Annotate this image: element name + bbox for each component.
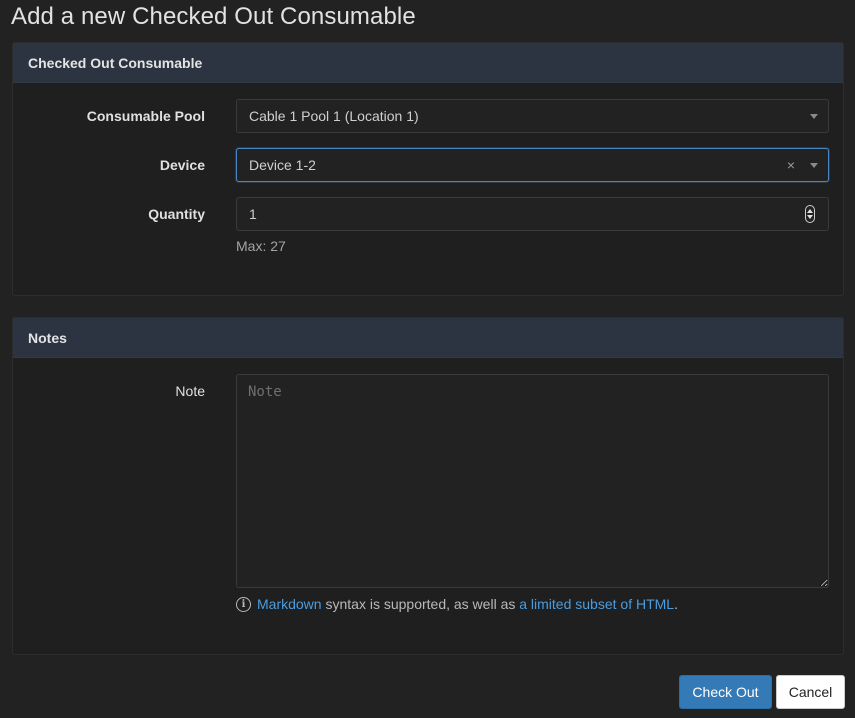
stepper-up-icon[interactable] xyxy=(807,209,813,213)
chevron-down-icon[interactable] xyxy=(810,163,818,168)
consumable-panel: Checked Out Consumable Consumable Pool C… xyxy=(12,42,844,296)
consumable-panel-heading: Checked Out Consumable xyxy=(13,43,843,83)
quantity-stepper[interactable] xyxy=(805,205,815,223)
quantity-max-help: Max: 27 xyxy=(236,238,286,254)
consumable-pool-label: Consumable Pool xyxy=(86,108,205,124)
markdown-help-end: . xyxy=(674,596,678,612)
note-label: Note xyxy=(175,383,205,399)
markdown-help-text: syntax is supported, as well as xyxy=(321,596,520,612)
consumable-pool-select[interactable]: Cable 1 Pool 1 (Location 1) xyxy=(236,99,829,133)
consumable-pool-value: Cable 1 Pool 1 (Location 1) xyxy=(249,108,419,124)
clear-icon[interactable]: × xyxy=(787,157,795,173)
stepper-down-icon[interactable] xyxy=(807,215,813,219)
note-textarea[interactable] xyxy=(236,374,829,588)
check-out-button[interactable]: Check Out xyxy=(679,675,772,709)
chevron-down-icon[interactable] xyxy=(810,114,818,119)
page-title: Add a new Checked Out Consumable xyxy=(11,3,416,30)
quantity-input[interactable]: 1 xyxy=(236,197,829,231)
quantity-value: 1 xyxy=(249,206,257,222)
info-icon: i xyxy=(236,596,251,612)
markdown-help: i Markdown syntax is supported, as well … xyxy=(236,596,678,612)
quantity-label: Quantity xyxy=(148,206,205,222)
html-subset-link[interactable]: a limited subset of HTML xyxy=(519,596,674,612)
device-label: Device xyxy=(159,157,205,173)
device-value: Device 1-2 xyxy=(249,157,316,173)
notes-panel-heading: Notes xyxy=(13,318,843,358)
markdown-link[interactable]: Markdown xyxy=(257,596,322,612)
device-select[interactable]: Device 1-2 × xyxy=(236,148,829,182)
notes-panel: Notes Note i Markdown syntax is supporte… xyxy=(12,317,844,655)
cancel-button[interactable]: Cancel xyxy=(776,675,845,709)
